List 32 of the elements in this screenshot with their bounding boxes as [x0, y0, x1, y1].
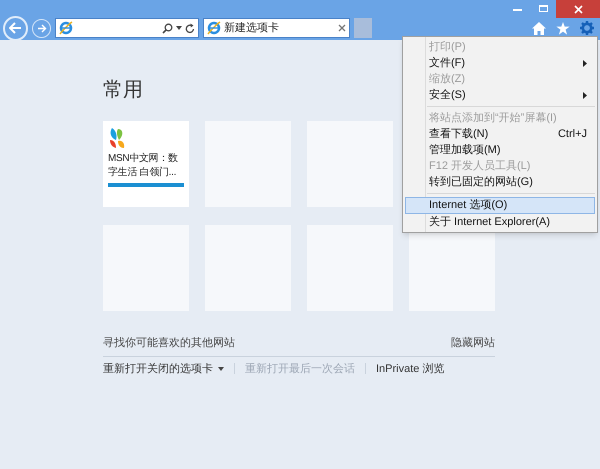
close-icon[interactable] — [556, 0, 600, 18]
forward-button[interactable] — [32, 18, 51, 38]
hide-sites-link[interactable]: 隐藏网站 — [451, 335, 495, 352]
browser-icon — [207, 21, 221, 35]
caret-icon[interactable] — [176, 26, 182, 30]
section-heading: 常用 — [103, 78, 143, 102]
browser-icon — [59, 21, 73, 35]
footer-link[interactable]: InPrivate 浏览 — [376, 360, 444, 377]
caret-icon[interactable] — [218, 366, 224, 371]
footer-link[interactable]: 重新打开关闭的选项卡 — [103, 360, 213, 377]
butterfly-icon — [108, 127, 126, 149]
search-icon[interactable] — [162, 22, 173, 34]
refresh-icon[interactable] — [185, 22, 195, 34]
menu-item[interactable]: 安全(S) — [405, 87, 595, 103]
menu-item[interactable]: 关于 Internet Explorer(A) — [405, 214, 595, 230]
settings-icon[interactable] — [580, 21, 594, 35]
discover-link[interactable]: 寻找你可能喜欢的其他网站 — [103, 335, 235, 352]
menu-item[interactable]: 转到已固定的网站(G) — [405, 174, 595, 190]
tile-title: MSN中文网：数字生活 白领门... — [108, 152, 179, 180]
home-icon[interactable] — [532, 22, 546, 34]
shortcut-label: Ctrl+J — [558, 126, 587, 142]
menu-item[interactable]: 文件(F) — [405, 55, 595, 71]
address-field[interactable] — [55, 18, 199, 38]
star-icon[interactable] — [556, 22, 570, 34]
close-icon[interactable] — [338, 24, 346, 32]
menu-item[interactable]: 管理加载项(M) — [405, 142, 595, 158]
forward-arrow-icon — [36, 24, 46, 32]
browser-tab[interactable]: 新建选项卡 — [203, 18, 350, 38]
menu-item[interactable]: Internet 选项(O) — [405, 197, 595, 214]
menu-item[interactable]: 查看下载(N) Ctrl+J — [405, 126, 595, 142]
site-tile[interactable]: MSN中文网：数字生活 白领门... — [103, 121, 189, 207]
back-arrow-icon — [9, 22, 22, 34]
